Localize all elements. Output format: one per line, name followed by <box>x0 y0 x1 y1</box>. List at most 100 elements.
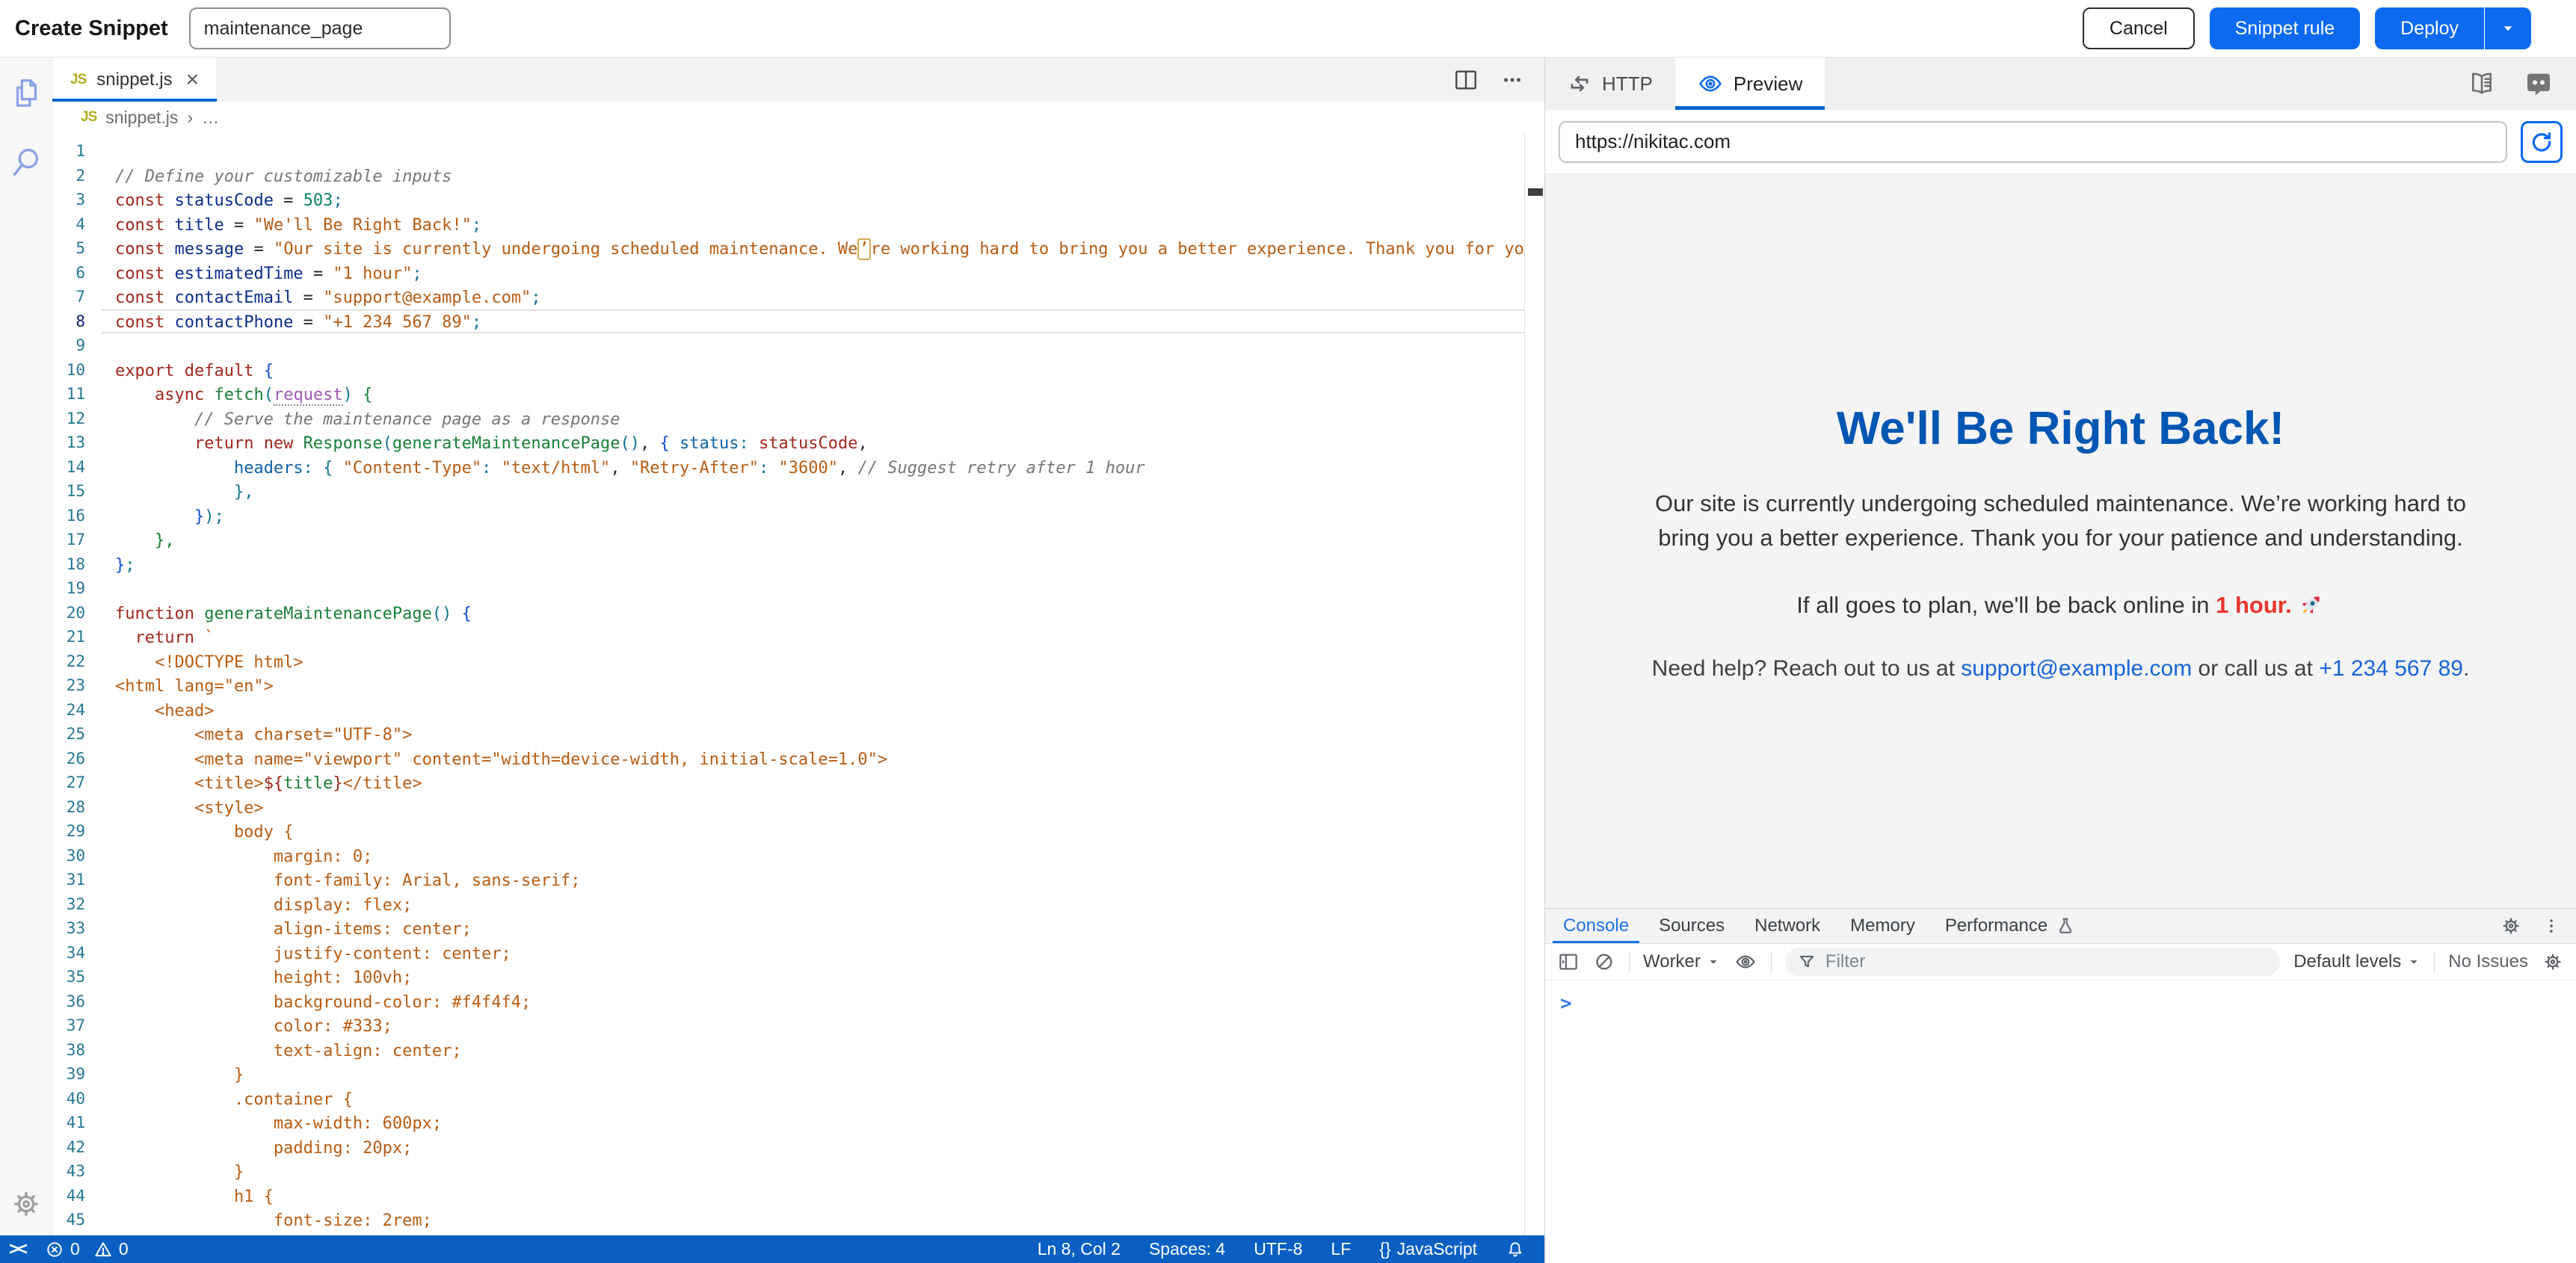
code-line[interactable]: 10export default { <box>52 358 1544 383</box>
code-line[interactable]: 41 max-width: 600px; <box>52 1111 1544 1135</box>
code-line-text[interactable]: }, <box>102 479 1544 504</box>
code-line[interactable]: 2// Define your customizable inputs <box>52 164 1544 188</box>
devtools-tab-network[interactable]: Network <box>1740 909 1835 943</box>
code-line[interactable]: 12 // Serve the maintenance page as a re… <box>52 407 1544 431</box>
code-line-text[interactable]: display: flex; <box>102 892 1544 917</box>
code-line-text[interactable]: function generateMaintenancePage() { <box>102 601 1544 626</box>
code-line-text[interactable]: const message = "Our site is currently u… <box>102 236 1544 261</box>
code-line-text[interactable] <box>102 333 1544 358</box>
code-line[interactable]: 18}; <box>52 552 1544 577</box>
code-line-text[interactable]: <html lang="en"> <box>102 673 1544 698</box>
code-line-text[interactable]: <!DOCTYPE html> <box>102 649 1544 674</box>
code-line-text[interactable]: <meta name="viewport" content="width=dev… <box>102 747 1544 771</box>
code-line[interactable]: 22 <!DOCTYPE html> <box>52 649 1544 674</box>
devtools-tab-sources[interactable]: Sources <box>1644 909 1740 943</box>
code-line[interactable]: 23<html lang="en"> <box>52 673 1544 698</box>
remote-indicator[interactable]: >< <box>9 1239 25 1260</box>
encoding-setting[interactable]: UTF-8 <box>1254 1239 1302 1259</box>
tab-http[interactable]: HTTP <box>1545 58 1675 110</box>
code-line[interactable]: 44 h1 { <box>52 1184 1544 1208</box>
code-line[interactable]: 19 <box>52 576 1544 601</box>
deploy-dropdown-button[interactable] <box>2485 7 2531 49</box>
refresh-button[interactable] <box>2521 121 2563 163</box>
code-line[interactable]: 28 <style> <box>52 795 1544 820</box>
code-line-text[interactable]: const statusCode = 503; <box>102 188 1544 212</box>
code-line-text[interactable]: <meta charset="UTF-8"> <box>102 722 1544 747</box>
search-icon[interactable] <box>9 144 43 180</box>
code-line[interactable]: 24 <head> <box>52 698 1544 723</box>
devtools-tab-performance[interactable]: Performance <box>1930 909 2091 943</box>
code-line-text[interactable]: font-size: 2rem; <box>102 1208 1544 1232</box>
close-tab-icon[interactable]: × <box>186 69 200 91</box>
code-line[interactable]: 34 justify-content: center; <box>52 941 1544 966</box>
code-line[interactable]: 36 background-color: #f4f4f4; <box>52 989 1544 1014</box>
code-line[interactable]: 15 }, <box>52 479 1544 504</box>
code-line-text[interactable]: <head> <box>102 698 1544 723</box>
files-icon[interactable] <box>9 75 43 111</box>
code-line-text[interactable]: background-color: #f4f4f4; <box>102 989 1544 1014</box>
tab-preview[interactable]: Preview <box>1675 58 1825 110</box>
live-expression-eye-icon[interactable] <box>1734 950 1757 974</box>
code-line-text[interactable]: export default { <box>102 358 1544 383</box>
code-line-text[interactable]: .container { <box>102 1087 1544 1111</box>
code-line-text[interactable]: margin: 0; <box>102 844 1544 868</box>
support-email-link[interactable]: support@example.com <box>1961 656 2192 681</box>
context-selector[interactable]: Worker <box>1643 951 1720 972</box>
console-prompt[interactable]: > <box>1560 992 1572 1015</box>
code-line-text[interactable]: }); <box>102 504 1544 528</box>
code-line[interactable]: 31 font-family: Arial, sans-serif; <box>52 868 1544 892</box>
code-line-text[interactable]: padding: 20px; <box>102 1135 1544 1160</box>
code-line-text[interactable]: } <box>102 1062 1544 1087</box>
eol-setting[interactable]: LF <box>1331 1239 1351 1259</box>
code-line-text[interactable] <box>102 139 1544 164</box>
code-line-text[interactable]: body { <box>102 819 1544 844</box>
code-line-text[interactable]: return ` <box>102 625 1544 649</box>
devtools-tab-console[interactable]: Console <box>1548 909 1644 943</box>
console-settings-gear-icon[interactable] <box>2542 951 2564 973</box>
code-line[interactable]: 9 <box>52 333 1544 358</box>
code-line-text[interactable]: } <box>102 1159 1544 1184</box>
code-line[interactable]: 17 }, <box>52 528 1544 552</box>
cursor-position[interactable]: Ln 8, Col 2 <box>1038 1239 1121 1259</box>
code-line[interactable]: 5const message = "Our site is currently … <box>52 236 1544 261</box>
code-line[interactable]: 33 align-items: center; <box>52 916 1544 941</box>
code-line[interactable]: 13 return new Response(generateMaintenan… <box>52 430 1544 455</box>
snippet-name-input[interactable] <box>189 7 451 49</box>
code-line-text[interactable]: const estimatedTime = "1 hour"; <box>102 261 1544 285</box>
code-line-text[interactable]: <style> <box>102 795 1544 820</box>
code-line[interactable]: 27 <title>${title}</title> <box>52 771 1544 795</box>
code-line-text[interactable]: font-family: Arial, sans-serif; <box>102 868 1544 892</box>
devtools-kebab-menu-icon[interactable] <box>2542 915 2561 937</box>
code-line[interactable]: 32 display: flex; <box>52 892 1544 917</box>
clear-console-icon[interactable] <box>1593 951 1615 973</box>
code-line-text[interactable]: }; <box>102 552 1544 577</box>
code-line-text[interactable]: justify-content: center; <box>102 941 1544 966</box>
code-editor[interactable]: 12// Define your customizable inputs3con… <box>52 133 1544 1235</box>
devtools-tab-memory[interactable]: Memory <box>1835 909 1930 943</box>
code-line[interactable]: 7const contactEmail = "support@example.c… <box>52 285 1544 309</box>
notifications-bell-icon[interactable] <box>1506 1240 1525 1259</box>
code-line[interactable]: 3const statusCode = 503; <box>52 188 1544 212</box>
code-line-text[interactable] <box>102 576 1544 601</box>
code-line[interactable]: 37 color: #333; <box>52 1013 1544 1038</box>
docs-book-icon[interactable] <box>2467 69 2497 99</box>
code-line[interactable]: 42 padding: 20px; <box>52 1135 1544 1160</box>
editor-scrollbar[interactable] <box>1524 133 1544 1235</box>
code-line-text[interactable]: text-align: center; <box>102 1038 1544 1063</box>
indentation-setting[interactable]: Spaces: 4 <box>1149 1239 1225 1259</box>
snippet-rule-button[interactable]: Snippet rule <box>2210 7 2360 49</box>
devtools-settings-gear-icon[interactable] <box>2500 915 2522 937</box>
code-line-text[interactable]: const title = "We'll Be Right Back!"; <box>102 212 1544 237</box>
code-line-text[interactable]: }, <box>102 528 1544 552</box>
settings-gear-icon[interactable] <box>10 1188 43 1220</box>
code-line[interactable]: 8const contactPhone = "+1 234 567 89"; <box>52 309 1544 334</box>
code-line-text[interactable]: align-items: center; <box>102 916 1544 941</box>
more-actions-icon[interactable] <box>1500 68 1525 92</box>
code-line[interactable]: 40 .container { <box>52 1087 1544 1111</box>
code-line[interactable]: 43 } <box>52 1159 1544 1184</box>
code-line[interactable]: 35 height: 100vh; <box>52 965 1544 989</box>
code-line[interactable]: 6const estimatedTime = "1 hour"; <box>52 261 1544 285</box>
code-line[interactable]: 21 return ` <box>52 625 1544 649</box>
code-line-text[interactable]: <title>${title}</title> <box>102 771 1544 795</box>
console-output[interactable]: > <box>1545 981 2576 1015</box>
